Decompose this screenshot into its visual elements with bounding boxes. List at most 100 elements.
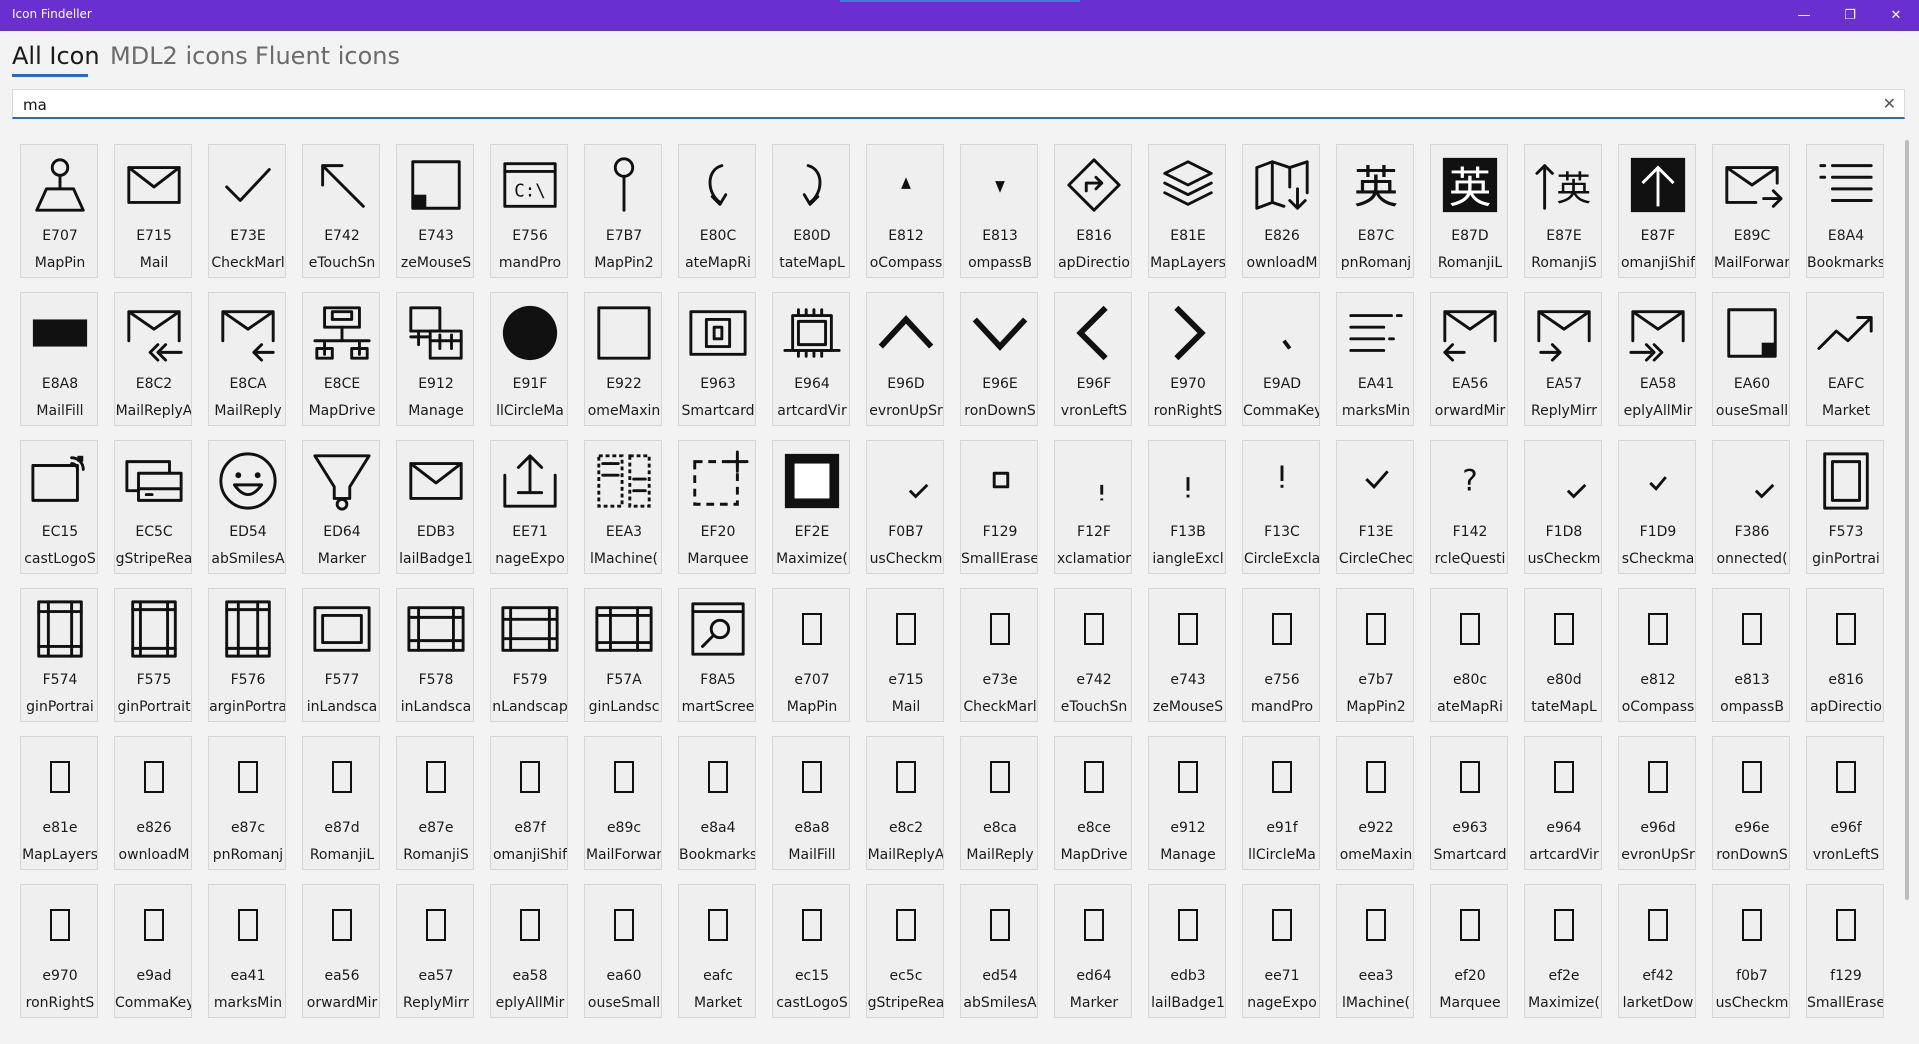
- icon-tile[interactable]: F579 nLandscap: [490, 588, 568, 722]
- icon-tile[interactable]: E8CA MailReply: [208, 292, 286, 426]
- icon-tile[interactable]: ec5c gStripeRea: [866, 884, 944, 1018]
- icon-tile[interactable]: e715 Mail: [866, 588, 944, 722]
- icon-tile[interactable]: ED64 Marker: [302, 440, 380, 574]
- icon-tile[interactable]: e89c MailForwar: [584, 736, 662, 870]
- icon-tile[interactable]: E87F omanjiShif: [1618, 144, 1696, 278]
- icon-tile[interactable]: F578 inLandsca: [396, 588, 474, 722]
- clear-icon[interactable]: ✕: [1883, 94, 1896, 113]
- icon-tile[interactable]: E8CE MapDrive: [302, 292, 380, 426]
- icon-tile[interactable]: E964 artcardVir: [772, 292, 850, 426]
- icon-tile[interactable]: e8a4 Bookmarks: [678, 736, 756, 870]
- icon-tile[interactable]: f129 SmallErase: [1806, 884, 1884, 1018]
- icon-tile[interactable]: E8C2 MailReplyA: [114, 292, 192, 426]
- icon-tile[interactable]: EDB3 lailBadge1: [396, 440, 474, 574]
- icon-tile[interactable]: F0B7 usCheckm: [866, 440, 944, 574]
- icon-tile[interactable]: 英 E87D RomanjiL: [1430, 144, 1508, 278]
- icon-tile[interactable]: E715 Mail: [114, 144, 192, 278]
- icon-tile[interactable]: ea41 marksMin: [208, 884, 286, 1018]
- icon-tile[interactable]: e96f vronLeftS: [1806, 736, 1884, 870]
- icon-tile[interactable]: e813 ompassB: [1712, 588, 1790, 722]
- icon-tile[interactable]: EC5C gStripeRea: [114, 440, 192, 574]
- icon-tile[interactable]: EA41 marksMin: [1336, 292, 1414, 426]
- search-input[interactable]: [21, 92, 1865, 118]
- icon-tile[interactable]: F8A5 martScree: [678, 588, 756, 722]
- icon-tile[interactable]: F577 inLandsca: [302, 588, 380, 722]
- icon-tile[interactable]: E912 Manage: [396, 292, 474, 426]
- icon-tile[interactable]: e80c ateMapRi: [1430, 588, 1508, 722]
- icon-tile[interactable]: E80C ateMapRi: [678, 144, 756, 278]
- icon-tile[interactable]: edb3 lailBadge1: [1148, 884, 1226, 1018]
- icon-tile[interactable]: E816 apDirectio: [1054, 144, 1132, 278]
- icon-tile[interactable]: e707 MapPin: [772, 588, 850, 722]
- icon-tile[interactable]: e96d evronUpSr: [1618, 736, 1696, 870]
- icon-tile[interactable]: e963 Smartcard: [1430, 736, 1508, 870]
- icon-tile[interactable]: f0b7 usCheckm: [1712, 884, 1790, 1018]
- icon-tile[interactable]: 英 E87C pnRomanj: [1336, 144, 1414, 278]
- icon-tile[interactable]: e80d tateMapL: [1524, 588, 1602, 722]
- icon-tile[interactable]: EA57 ReplyMirr: [1524, 292, 1602, 426]
- icon-tile[interactable]: E73E CheckMarl: [208, 144, 286, 278]
- icon-tile[interactable]: E970 ronRightS: [1148, 292, 1226, 426]
- icon-tile[interactable]: EC15 castLogoS: [20, 440, 98, 574]
- icon-tile[interactable]: E707 MapPin: [20, 144, 98, 278]
- icon-tile[interactable]: e91f llCircleMa: [1242, 736, 1320, 870]
- icon-tile[interactable]: EF2E Maximize(: [772, 440, 850, 574]
- icon-tile[interactable]: ea58 eplyAllMir: [490, 884, 568, 1018]
- icon-tile[interactable]: e8ca MailReply: [960, 736, 1038, 870]
- icon-tile[interactable]: e812 oCompass: [1618, 588, 1696, 722]
- icon-tile[interactable]: e87c pnRomanj: [208, 736, 286, 870]
- icon-tile[interactable]: eea3 lMachine(: [1336, 884, 1414, 1018]
- icon-tile[interactable]: ef42 larketDow: [1618, 884, 1696, 1018]
- icon-tile[interactable]: ea57 ReplyMirr: [396, 884, 474, 1018]
- tab-all-icon[interactable]: All Icon: [12, 42, 100, 70]
- tab-mdl2-icons[interactable]: MDL2 icons: [110, 42, 248, 70]
- icon-tile[interactable]: F573 ginPortrai: [1806, 440, 1884, 574]
- icon-tile[interactable]: EEA3 lMachine(: [584, 440, 662, 574]
- icon-tile[interactable]: e8a8 MailFill: [772, 736, 850, 870]
- icon-tile[interactable]: ED54 abSmilesA: [208, 440, 286, 574]
- icon-tile[interactable]: e816 apDirectio: [1806, 588, 1884, 722]
- icon-tile[interactable]: E89C MailForwar: [1712, 144, 1790, 278]
- icon-tile[interactable]: F1D9 sCheckma: [1618, 440, 1696, 574]
- icon-tile[interactable]: e970 ronRightS: [20, 884, 98, 1018]
- icon-tile[interactable]: EAFC Market: [1806, 292, 1884, 426]
- icon-tile[interactable]: F575 ginPortrait: [114, 588, 192, 722]
- icon-tile[interactable]: e743 zeMouseS: [1148, 588, 1226, 722]
- icon-tile[interactable]: C:\ E756 mandPro: [490, 144, 568, 278]
- icon-tile[interactable]: e96e ronDownS: [1712, 736, 1790, 870]
- icon-tile[interactable]: F386 onnected(: [1712, 440, 1790, 574]
- icon-tile[interactable]: E80D tateMapL: [772, 144, 850, 278]
- minimize-button[interactable]: —: [1781, 0, 1827, 31]
- tab-fluent-icons[interactable]: Fluent icons: [255, 42, 400, 70]
- icon-tile[interactable]: F129 SmallErase: [960, 440, 1038, 574]
- icon-tile[interactable]: ea60 ouseSmall: [584, 884, 662, 1018]
- icon-tile[interactable]: e8ce MapDrive: [1054, 736, 1132, 870]
- icon-tile[interactable]: EA56 orwardMir: [1430, 292, 1508, 426]
- icon-tile[interactable]: E922 omeMaxin: [584, 292, 662, 426]
- icon-tile[interactable]: e826 ownloadM: [114, 736, 192, 870]
- icon-tile[interactable]: EF20 Marquee: [678, 440, 756, 574]
- icon-tile[interactable]: e87d RomanjiL: [302, 736, 380, 870]
- icon-tile[interactable]: F574 ginPortrai: [20, 588, 98, 722]
- icon-tile[interactable]: ec15 castLogoS: [772, 884, 850, 1018]
- icon-tile[interactable]: 英 E87E RomanjiS: [1524, 144, 1602, 278]
- restore-button[interactable]: ❐: [1827, 0, 1873, 31]
- icon-tile[interactable]: E81E MapLayers: [1148, 144, 1226, 278]
- icon-tile[interactable]: E743 zeMouseS: [396, 144, 474, 278]
- icon-tile[interactable]: eafc Market: [678, 884, 756, 1018]
- icon-tile[interactable]: E91F llCircleMa: [490, 292, 568, 426]
- icon-tile[interactable]: e8c2 MailReplyA: [866, 736, 944, 870]
- icon-tile[interactable]: E8A4 Bookmarks: [1806, 144, 1884, 278]
- icon-tile[interactable]: E96E ronDownS: [960, 292, 1038, 426]
- icon-tile[interactable]: ? F142 rcleQuesti: [1430, 440, 1508, 574]
- icon-tile[interactable]: e912 Manage: [1148, 736, 1226, 870]
- icon-tile[interactable]: F12F xclamatior: [1054, 440, 1132, 574]
- icon-tile[interactable]: e81e MapLayers: [20, 736, 98, 870]
- icon-tile[interactable]: F1D8 usCheckm: [1524, 440, 1602, 574]
- icon-tile[interactable]: F576 arginPortra: [208, 588, 286, 722]
- icon-tile[interactable]: e87e RomanjiS: [396, 736, 474, 870]
- icon-tile[interactable]: e742 eTouchSn: [1054, 588, 1132, 722]
- icon-tile[interactable]: e964 artcardVir: [1524, 736, 1602, 870]
- icon-tile[interactable]: EA60 ouseSmall: [1712, 292, 1790, 426]
- icon-tile[interactable]: E8A8 MailFill: [20, 292, 98, 426]
